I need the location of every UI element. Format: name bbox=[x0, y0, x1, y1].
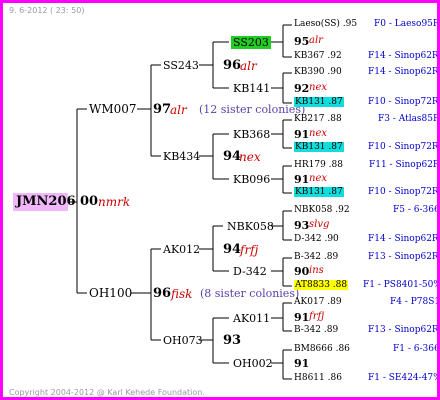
leaf-breeder: nex bbox=[309, 82, 327, 93]
leaf-line: F1 - PS8401-50% bbox=[363, 280, 440, 290]
gen2-num: 94 bbox=[223, 242, 242, 257]
gen1-sisters: (8 sister colonies) bbox=[200, 287, 300, 300]
leaf-name: B-342 .89 bbox=[294, 325, 339, 335]
leaf-name: KB131 .87 bbox=[294, 187, 344, 197]
leaf-num: 91 bbox=[294, 311, 310, 324]
leaf-breeder: slvg bbox=[309, 219, 330, 230]
leaf-line: F10 - Sinop72R bbox=[368, 142, 439, 152]
leaf-name: AT8833 .88 bbox=[294, 280, 349, 290]
gen2-breeder: nex bbox=[239, 150, 261, 164]
gen1-breeder: fisk bbox=[171, 287, 193, 301]
leaf-num: 91 bbox=[294, 357, 310, 370]
leaf-name: KB131 .87 bbox=[294, 142, 344, 152]
leaf-name: BM8666 .86 bbox=[294, 344, 350, 354]
gen2-num: 96 bbox=[223, 58, 242, 73]
leaf-name: Laeso(SS) .95 bbox=[294, 19, 358, 29]
gen3-name: KB368 bbox=[233, 128, 271, 141]
leaf-line: F0 - Laeso95R bbox=[374, 19, 440, 29]
leaf-line: F1 - SE424-47% bbox=[368, 373, 440, 383]
leaf-line: F14 - Sinop62R bbox=[368, 67, 439, 77]
leaf-name: D-342 .90 bbox=[294, 234, 339, 244]
leaf-line: F10 - Sinop72R bbox=[368, 97, 439, 107]
leaf-num: 95 bbox=[294, 35, 310, 48]
gen1-sisters: (12 sister colonies) bbox=[199, 103, 306, 116]
leaf-breeder: nex bbox=[309, 128, 327, 139]
leaf-name: KB367 .92 bbox=[294, 51, 342, 61]
leaf-line: F11 - Sinop62R bbox=[369, 160, 440, 170]
leaf-num: 92 bbox=[294, 82, 310, 95]
leaf-name: H8611 .86 bbox=[294, 373, 342, 383]
gen1-breeder: alr bbox=[170, 103, 187, 117]
gen3-name: SS203 bbox=[231, 36, 271, 49]
gen3-name: D-342 bbox=[233, 265, 267, 278]
leaf-name: HR179 .88 bbox=[294, 160, 343, 170]
gen2-name: AK012 bbox=[163, 243, 201, 256]
leaf-line: F14 - Sinop62R bbox=[368, 51, 439, 61]
leaf-line: F10 - Sinop72R bbox=[368, 187, 439, 197]
date-header: 9. 6-2012 ( 23: 50) bbox=[9, 6, 85, 15]
leaf-num: 93 bbox=[294, 219, 310, 232]
leaf-line: F1 - 6-366 bbox=[393, 344, 440, 354]
leaf-name: KB131 .87 bbox=[294, 97, 344, 107]
gen2-name: SS243 bbox=[163, 59, 199, 72]
root-num: 00 bbox=[80, 194, 99, 209]
leaf-breeder: alr bbox=[309, 35, 323, 46]
leaf-name: B-342 .89 bbox=[294, 252, 339, 262]
gen2-name: KB434 bbox=[163, 150, 201, 163]
gen2-num: 93 bbox=[223, 333, 242, 348]
gen3-name: OH002 bbox=[233, 357, 273, 370]
pedigree-frame: 9. 6-2012 ( 23: 50) JMN206 00 nmrk WM007… bbox=[0, 0, 440, 400]
gen1-name: WM007 bbox=[89, 102, 137, 116]
leaf-breeder: ins bbox=[309, 265, 324, 276]
gen3-name: NBK058 bbox=[227, 220, 274, 233]
gen1-name: OH100 bbox=[89, 286, 133, 300]
leaf-line: F3 - Atlas85R bbox=[378, 114, 440, 124]
leaf-breeder: nex bbox=[309, 173, 327, 184]
root-breeder: nmrk bbox=[98, 195, 131, 209]
leaf-num: 90 bbox=[294, 265, 310, 278]
gen1-num: 97 bbox=[153, 102, 172, 117]
gen3-name: KB141 bbox=[233, 82, 271, 95]
root-name: JMN206 bbox=[16, 194, 76, 209]
gen2-name: OH073 bbox=[163, 334, 203, 347]
leaf-breeder: frfj bbox=[309, 311, 325, 322]
leaf-name: KB217 .88 bbox=[294, 114, 342, 124]
gen3-name: KB096 bbox=[233, 173, 271, 186]
leaf-line: F4 - P78S1 bbox=[390, 297, 440, 307]
leaf-name: KB390 .90 bbox=[294, 67, 342, 77]
gen1-num: 96 bbox=[153, 286, 172, 301]
leaf-num: 91 bbox=[294, 173, 310, 186]
leaf-name: AK017 .89 bbox=[294, 297, 342, 307]
leaf-line: F5 - 6-366 bbox=[393, 205, 440, 215]
leaf-line: F14 - Sinop62R bbox=[368, 234, 439, 244]
leaf-name: NBK058 .92 bbox=[294, 205, 350, 215]
gen3-name: AK011 bbox=[233, 312, 271, 325]
copyright-footer: Copyright 2004-2012 @ Karl Kehede Founda… bbox=[9, 388, 205, 397]
gen2-breeder: alr bbox=[240, 59, 257, 73]
leaf-line: F13 - Sinop62R bbox=[368, 252, 439, 262]
gen2-breeder: frfj bbox=[240, 243, 259, 257]
leaf-line: F13 - Sinop62R bbox=[368, 325, 439, 335]
leaf-num: 91 bbox=[294, 128, 310, 141]
